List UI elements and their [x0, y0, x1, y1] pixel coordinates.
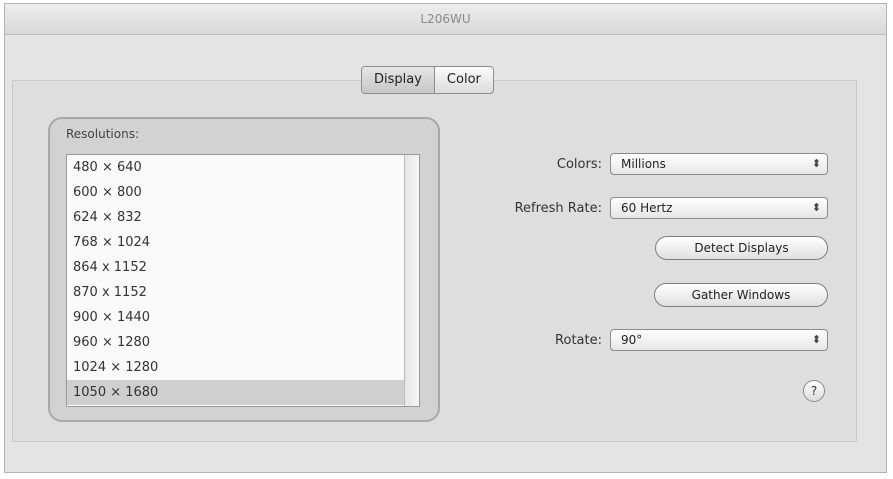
- resolution-item[interactable]: 624 × 832: [67, 205, 419, 230]
- help-icon[interactable]: ?: [803, 380, 825, 402]
- tab-bar: Display Color: [361, 66, 494, 94]
- resolution-item[interactable]: 864 x 1152: [67, 255, 419, 280]
- window-title: L206WU: [5, 4, 886, 35]
- resolutions-group: Resolutions: 480 × 640 600 × 800 624 × 8…: [48, 117, 440, 422]
- colors-value: Millions: [621, 157, 666, 171]
- colors-popup[interactable]: Millions ⬍: [610, 153, 828, 175]
- tab-display[interactable]: Display: [362, 67, 435, 93]
- resolution-item[interactable]: 960 × 1280: [67, 330, 419, 355]
- resolution-item[interactable]: 900 × 1440: [67, 305, 419, 330]
- rotate-popup[interactable]: 90° ⬍: [610, 329, 828, 351]
- gather-windows-button[interactable]: Gather Windows: [654, 283, 828, 307]
- refresh-rate-label: Refresh Rate:: [514, 201, 602, 216]
- resolution-item[interactable]: 480 × 640: [67, 155, 419, 180]
- resolution-item[interactable]: 768 × 1024: [67, 230, 419, 255]
- resolutions-list[interactable]: 480 × 640 600 × 800 624 × 832 768 × 1024…: [66, 154, 420, 407]
- popup-arrows-icon: ⬍: [811, 333, 821, 346]
- detect-displays-button[interactable]: Detect Displays: [655, 236, 828, 260]
- resolutions-label: Resolutions:: [66, 127, 139, 141]
- popup-arrows-icon: ⬍: [811, 201, 821, 214]
- rotate-label: Rotate:: [555, 333, 602, 348]
- resolution-item-selected[interactable]: 1050 × 1680: [67, 380, 419, 405]
- colors-label: Colors:: [556, 157, 602, 172]
- tab-color[interactable]: Color: [435, 67, 493, 93]
- rotate-value: 90°: [621, 333, 643, 347]
- resolution-item[interactable]: 1024 × 1280: [67, 355, 419, 380]
- refresh-rate-value: 60 Hertz: [621, 201, 673, 215]
- resolution-item[interactable]: 870 x 1152: [67, 280, 419, 305]
- popup-arrows-icon: ⬍: [811, 157, 821, 170]
- refresh-rate-popup[interactable]: 60 Hertz ⬍: [610, 197, 828, 219]
- resolution-item[interactable]: 600 × 800: [67, 180, 419, 205]
- resolutions-scrollbar[interactable]: [404, 155, 419, 406]
